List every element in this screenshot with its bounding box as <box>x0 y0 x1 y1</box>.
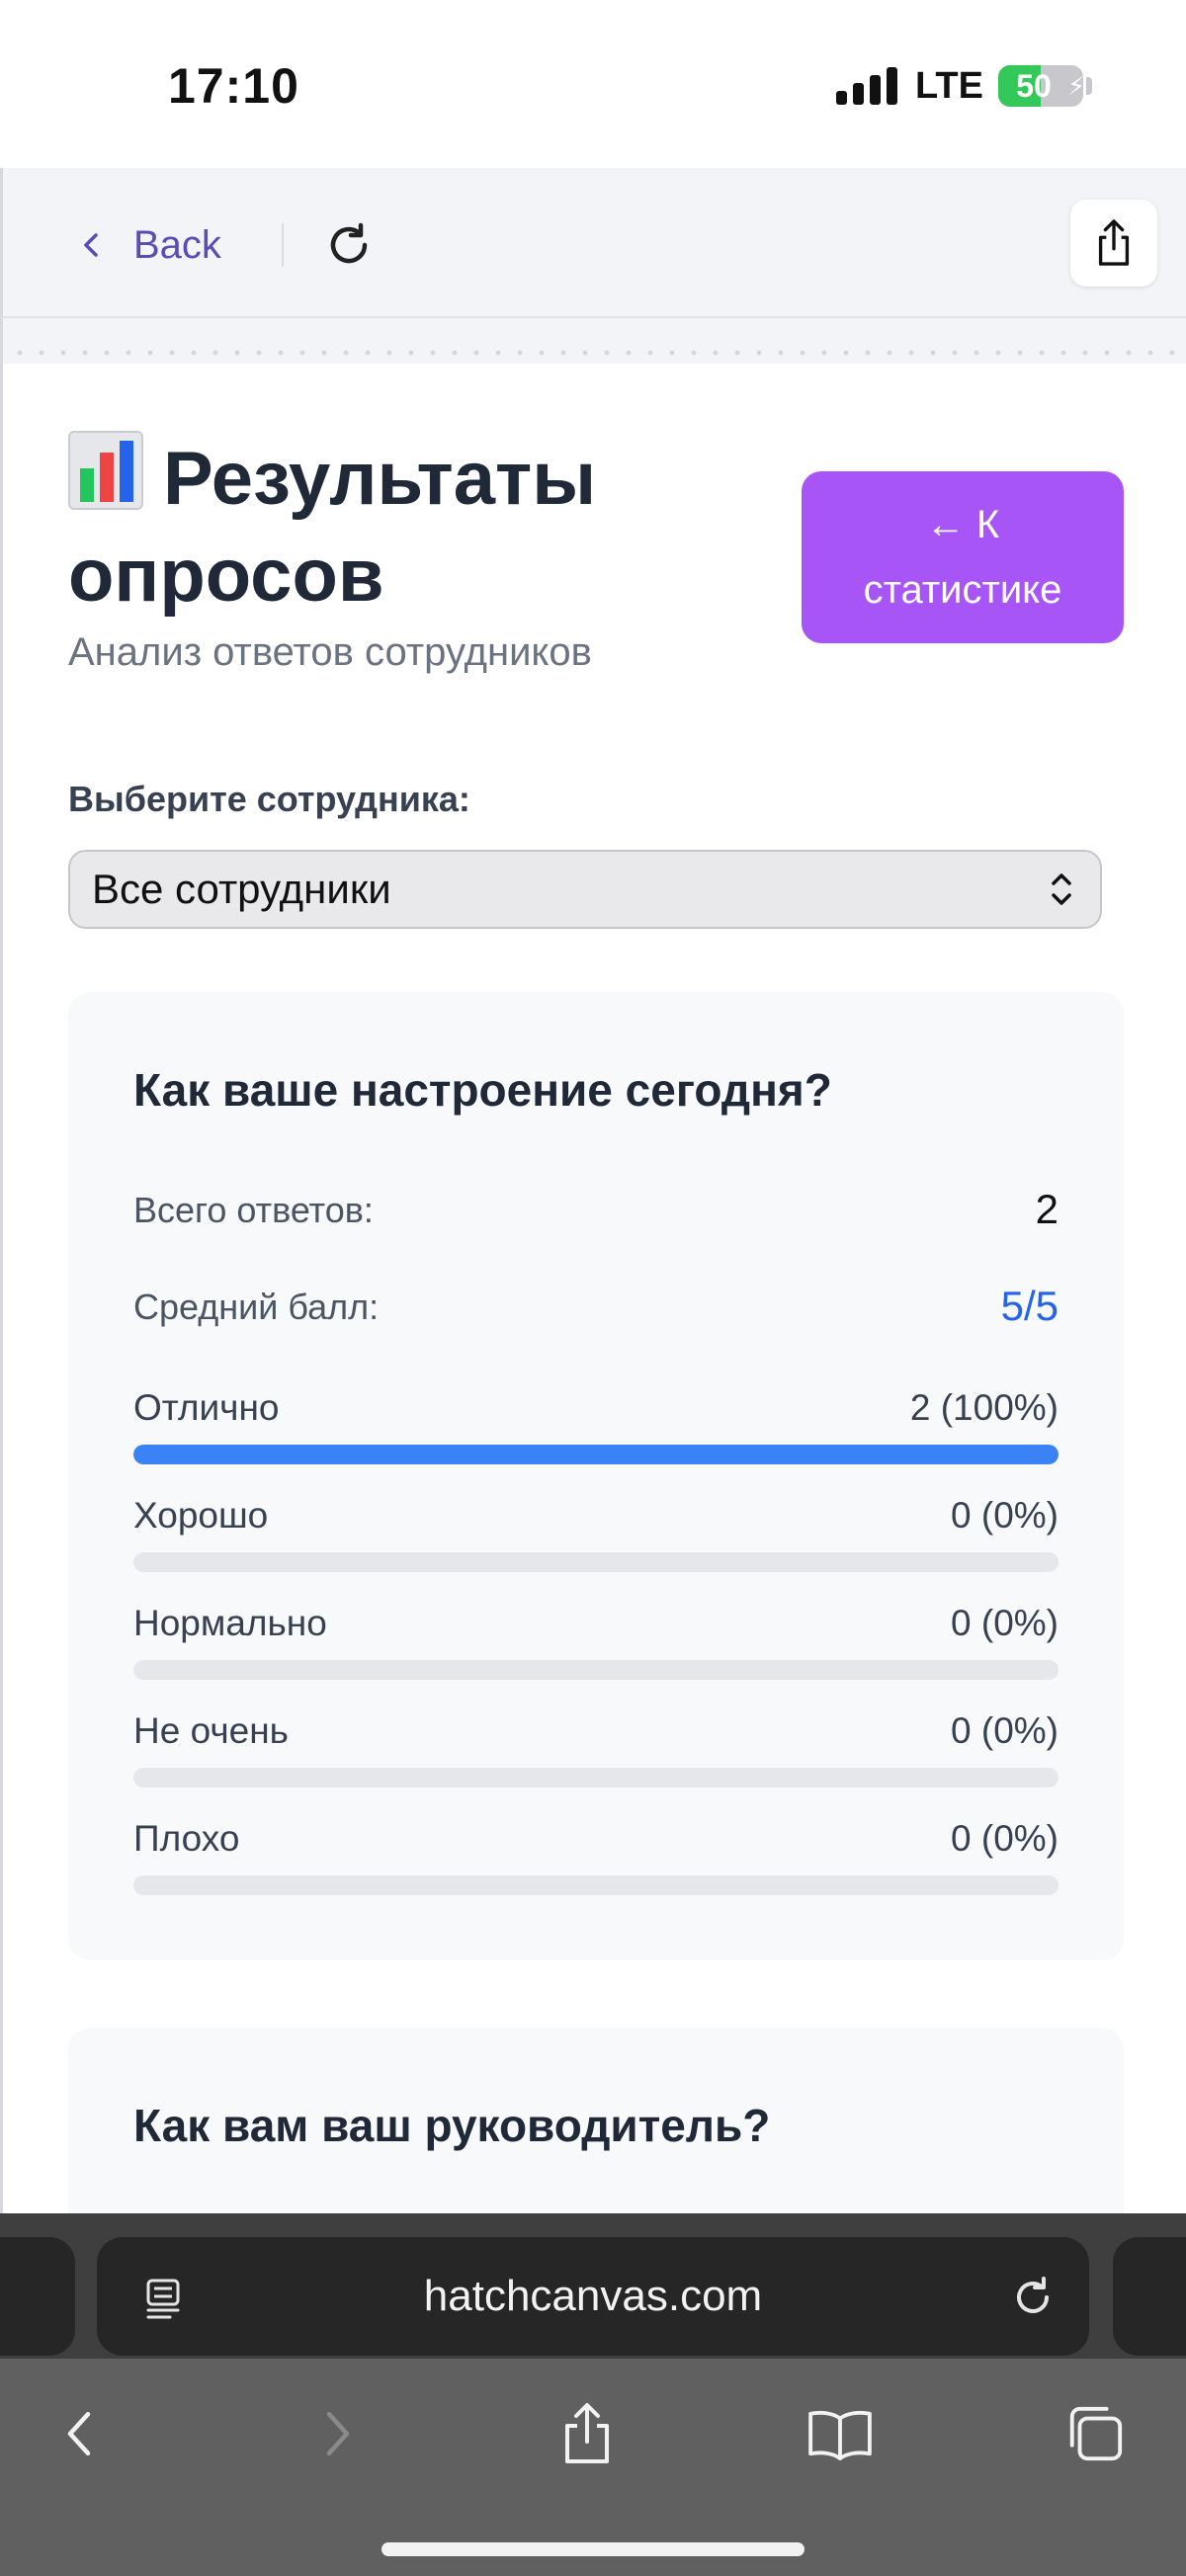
answer-count: 2 (100%) <box>909 1387 1059 1428</box>
answer-progress-track <box>133 1660 1059 1680</box>
app-toolbar: Back <box>0 168 1186 318</box>
answer-label: Плохо <box>133 1818 240 1859</box>
back-button[interactable]: Back <box>76 217 221 273</box>
bookmarks-button[interactable] <box>801 2394 880 2473</box>
survey-question: Как вам ваш руководитель? <box>133 2100 771 2151</box>
average-score-label: Средний балл: <box>133 1287 380 1327</box>
stats-button-text: статистике <box>863 568 1062 612</box>
share-button[interactable] <box>1070 200 1157 287</box>
tabs-icon <box>1069 2406 1123 2461</box>
page-title: Результаты опросов <box>68 431 701 624</box>
url-text: hatchcanvas.com <box>423 2272 763 2320</box>
share-icon <box>1098 219 1130 266</box>
answer-progress-track <box>133 1768 1059 1787</box>
total-responses-label: Всего ответов: <box>133 1190 374 1230</box>
next-tab-preview[interactable] <box>1113 2237 1186 2356</box>
employee-select[interactable]: Все сотрудники <box>68 850 1102 929</box>
answer-option: Отлично 2 (100%) <box>133 1387 1059 1476</box>
cellular-signal-icon <box>836 67 897 105</box>
home-indicator[interactable] <box>381 2542 805 2556</box>
previous-tab-preview[interactable] <box>0 2237 75 2356</box>
chevron-left-icon <box>67 2411 91 2456</box>
toolbar-divider <box>282 223 284 267</box>
book-icon <box>808 2410 872 2460</box>
answer-progress-track <box>133 1445 1059 1464</box>
employee-select-value: Все сотрудники <box>92 866 391 912</box>
browser-forward-button[interactable] <box>298 2394 378 2473</box>
page-title-text: Результаты опросов <box>68 437 597 618</box>
answer-option: Плохо 0 (0%) <box>133 1818 1059 1907</box>
browser-share-button[interactable] <box>548 2394 627 2473</box>
reload-icon[interactable] <box>1008 2273 1058 2322</box>
answer-progress-bar <box>133 1445 1059 1464</box>
answer-count: 0 (0%) <box>951 1603 1059 1643</box>
answer-progress-track <box>133 1875 1059 1895</box>
answer-label: Хорошо <box>133 1495 269 1536</box>
answer-option: Не очень 0 (0%) <box>133 1710 1059 1799</box>
reload-button[interactable] <box>321 217 377 273</box>
answer-count: 0 (0%) <box>951 1818 1059 1859</box>
chevron-right-icon <box>326 2411 350 2456</box>
charging-bolt-icon: ⚡ <box>1067 71 1083 101</box>
main-content: Результаты опросов Анализ ответов сотруд… <box>0 364 1186 2213</box>
status-bar: 17:10 LTE 50 ⚡ <box>0 0 1186 168</box>
chevron-left-icon <box>84 233 98 257</box>
dotted-background <box>0 318 1186 364</box>
browser-back-button[interactable] <box>40 2394 119 2473</box>
battery-icon: 50 ⚡ <box>998 65 1083 107</box>
battery-tip <box>1086 77 1092 95</box>
tabs-button[interactable] <box>1056 2394 1135 2473</box>
url-field[interactable]: hatchcanvas.com <box>97 2237 1089 2356</box>
reload-icon <box>330 222 368 264</box>
average-score-value: 5/5 <box>1000 1283 1059 1329</box>
back-label: Back <box>133 222 221 267</box>
page-subtitle: Анализ ответов сотрудников <box>68 630 592 674</box>
chevron-up-down-icon <box>1052 873 1071 905</box>
answer-label: Нормально <box>133 1603 327 1643</box>
stats-button-arrow-line: ← К <box>925 503 1000 546</box>
answer-label: Не очень <box>133 1710 289 1751</box>
answer-progress-track <box>133 1552 1059 1572</box>
status-time: 17:10 <box>168 58 299 114</box>
battery-level: 50 <box>1016 68 1052 104</box>
browser-address-bar: hatchcanvas.com <box>0 2213 1186 2359</box>
employee-select-label: Выберите сотрудника: <box>68 779 470 819</box>
bar-chart-icon <box>68 431 143 510</box>
browser-toolbar <box>0 2359 1186 2576</box>
survey-card: Как вам ваш руководитель? <box>68 2028 1124 2213</box>
answer-count: 0 (0%) <box>951 1495 1059 1536</box>
answer-option: Хорошо 0 (0%) <box>133 1495 1059 1584</box>
answer-count: 0 (0%) <box>951 1710 1059 1751</box>
average-score-row: Средний балл: 5/5 <box>133 1283 1059 1329</box>
answer-option: Нормально 0 (0%) <box>133 1603 1059 1692</box>
answer-label: Отлично <box>133 1387 280 1428</box>
survey-card: Как ваше настроение сегодня? Всего ответ… <box>68 992 1124 1960</box>
total-responses-value: 2 <box>1035 1186 1059 1232</box>
survey-question: Как ваше настроение сегодня? <box>133 1064 832 1116</box>
share-icon <box>565 2403 609 2463</box>
total-responses-row: Всего ответов: 2 <box>133 1186 1059 1232</box>
network-type: LTE <box>915 65 983 107</box>
back-to-statistics-button[interactable]: ← К статистике <box>802 471 1124 643</box>
